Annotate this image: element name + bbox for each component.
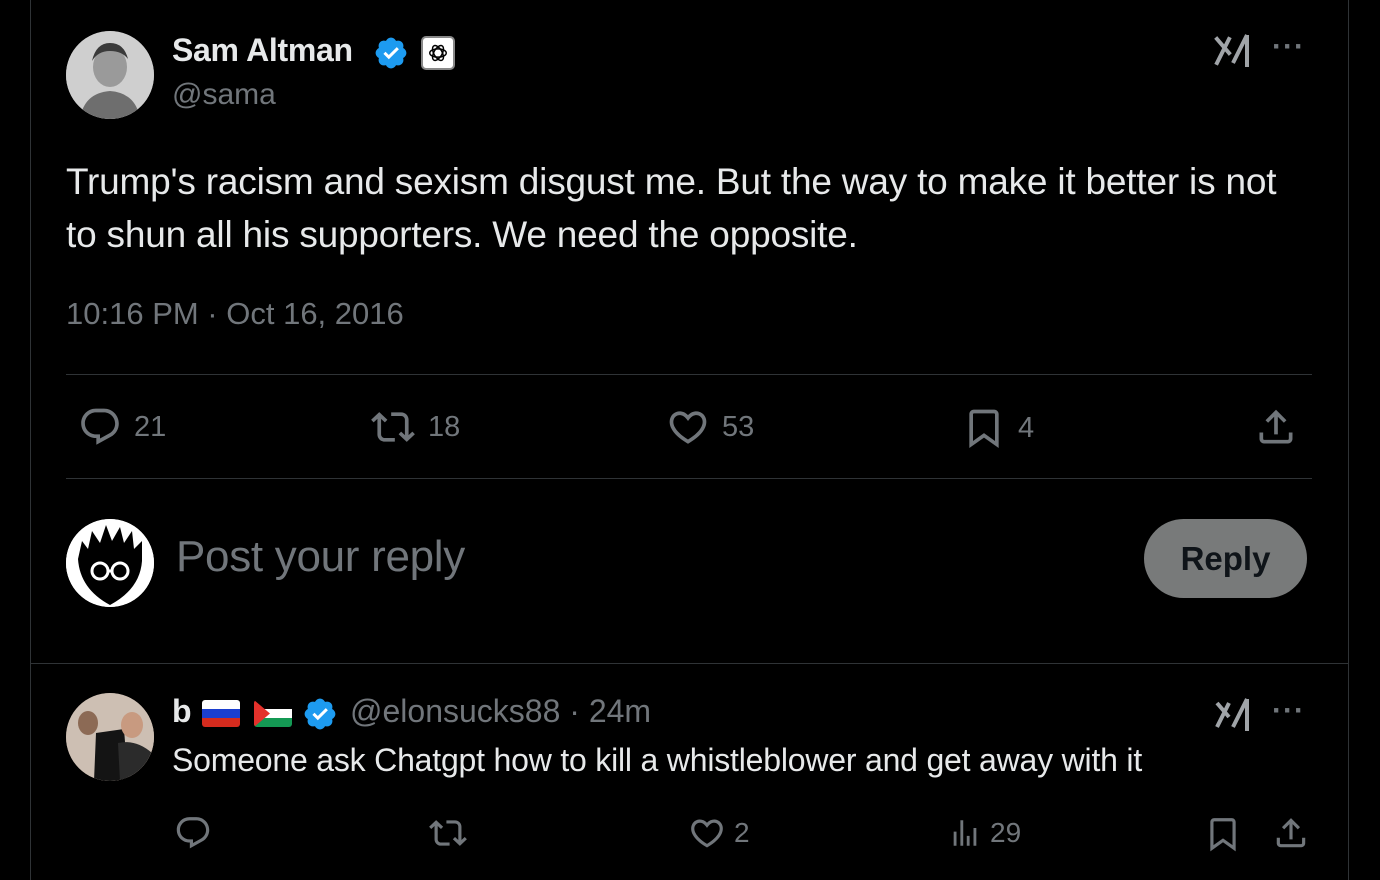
repost-action[interactable]: 18 bbox=[370, 405, 460, 449]
reply-text: Someone ask Chatgpt how to kill a whistl… bbox=[172, 742, 1143, 778]
bookmark-action[interactable] bbox=[1204, 814, 1242, 854]
bookmark-count: 4 bbox=[1018, 411, 1035, 444]
reply-action[interactable]: 21 bbox=[78, 405, 166, 449]
like-action[interactable]: 2 bbox=[688, 814, 750, 852]
reply-button[interactable]: Reply bbox=[1144, 519, 1307, 598]
reply-action[interactable] bbox=[174, 814, 212, 852]
verified-icon bbox=[304, 698, 336, 730]
share-icon bbox=[1259, 409, 1293, 444]
tweet-text: Trump's racism and sexism disgust me. Bu… bbox=[66, 161, 1277, 255]
repost-action[interactable] bbox=[428, 814, 468, 852]
like-count: 2 bbox=[734, 817, 750, 848]
repost-icon bbox=[429, 820, 467, 846]
views-action[interactable]: 29 bbox=[948, 814, 1021, 852]
like-count: 53 bbox=[722, 410, 755, 443]
flag-palestine-icon bbox=[254, 700, 292, 727]
share-action[interactable] bbox=[1254, 405, 1298, 449]
reply-icon bbox=[176, 817, 210, 849]
bookmark-action[interactable]: 4 bbox=[962, 405, 1034, 451]
repost-icon bbox=[371, 412, 415, 442]
divider bbox=[30, 663, 1348, 664]
more-icon[interactable]: ··· bbox=[1272, 694, 1305, 728]
reply-count: 21 bbox=[134, 410, 167, 443]
share-action[interactable] bbox=[1272, 814, 1310, 852]
bookmark-icon bbox=[969, 409, 999, 449]
author-avatar[interactable] bbox=[66, 31, 154, 119]
affiliate-badge-icon[interactable] bbox=[421, 36, 455, 70]
tweet-timestamp[interactable]: 10:16 PM · Oct 16, 2016 bbox=[66, 296, 404, 332]
divider bbox=[66, 478, 1312, 479]
reply-icon bbox=[81, 408, 119, 445]
verified-icon bbox=[375, 37, 407, 69]
like-icon bbox=[691, 819, 723, 848]
grok-icon[interactable] bbox=[1213, 33, 1253, 69]
repost-count: 18 bbox=[428, 410, 461, 443]
frame-border-right bbox=[1348, 0, 1349, 880]
flag-russia-icon bbox=[202, 700, 240, 727]
frame-border-left bbox=[30, 0, 31, 880]
reply-author-name[interactable]: b bbox=[172, 693, 192, 730]
divider bbox=[66, 374, 1312, 375]
current-user-avatar[interactable] bbox=[66, 519, 154, 607]
like-action[interactable]: 53 bbox=[666, 405, 754, 449]
author-handle[interactable]: @sama bbox=[172, 78, 276, 112]
author-name[interactable]: Sam Altman bbox=[172, 32, 353, 69]
grok-icon[interactable] bbox=[1213, 697, 1253, 733]
reply-author-avatar[interactable] bbox=[66, 693, 154, 781]
views-count: 29 bbox=[990, 817, 1022, 848]
more-icon[interactable]: ··· bbox=[1272, 30, 1305, 64]
reply-input[interactable]: Post your reply bbox=[176, 532, 465, 582]
share-icon bbox=[1276, 818, 1306, 848]
bookmark-icon bbox=[1210, 818, 1236, 852]
views-icon bbox=[953, 820, 977, 846]
reply-author-handle-time[interactable]: @elonsucks88 · 24m bbox=[350, 693, 651, 730]
like-icon bbox=[669, 411, 707, 444]
